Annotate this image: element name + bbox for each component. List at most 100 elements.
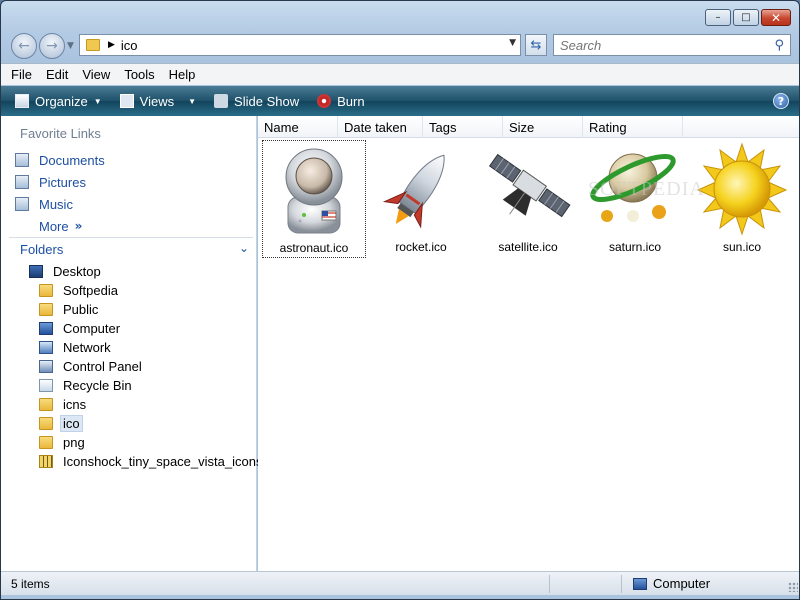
folder-icon <box>39 284 53 297</box>
file-item[interactable]: rocket.ico <box>369 140 473 258</box>
organize-label: Organize <box>35 93 88 109</box>
tree-item-label: Public <box>63 302 99 317</box>
address-path[interactable]: ico <box>121 38 138 53</box>
status-divider <box>621 575 622 593</box>
desktop-icon <box>29 265 43 278</box>
recycle-bin-icon <box>39 379 53 392</box>
file-list-pane: Name Date taken Tags Size Rating astrona… <box>258 116 799 571</box>
column-header-size[interactable]: Size <box>503 116 583 138</box>
favorite-link-label: Music <box>39 196 73 212</box>
menu-view[interactable]: View <box>82 67 110 82</box>
breadcrumb-separator-icon[interactable]: ▶ <box>108 40 115 50</box>
more-label: More <box>39 218 69 234</box>
rocket-icon <box>382 154 445 229</box>
tree-item-softpedia[interactable]: Softpedia <box>1 281 257 300</box>
close-icon: ✕ <box>770 10 782 25</box>
command-bar: Organize ▼ Views ▼ Slide Show Burn ? <box>1 86 799 116</box>
tree-item-zip[interactable]: Iconshock_tiny_space_vista_icons.zip <box>1 452 283 471</box>
status-location-label: Computer <box>653 576 711 591</box>
close-button[interactable]: ✕ <box>761 9 791 26</box>
favorite-link-music[interactable]: Music <box>15 193 105 215</box>
folder-icon <box>39 398 53 411</box>
folders-header[interactable]: Folders ⌄ <box>9 237 253 261</box>
satellite-icon <box>488 153 571 218</box>
file-name: saturn.ico <box>608 240 662 254</box>
address-dropdown-icon[interactable]: ▼ <box>509 38 516 48</box>
computer-icon <box>633 577 647 590</box>
tree-item-network[interactable]: Network <box>1 338 257 357</box>
slide-show-label: Slide Show <box>234 93 300 109</box>
file-item[interactable]: satellite.ico <box>476 140 580 258</box>
file-name: satellite.ico <box>498 240 558 254</box>
file-item[interactable]: sun.ico <box>690 140 794 258</box>
tree-item-label: ico <box>60 415 83 432</box>
music-icon <box>15 197 29 211</box>
menu-help[interactable]: Help <box>169 67 196 82</box>
menu-edit[interactable]: Edit <box>46 67 68 82</box>
minimize-icon: – <box>715 11 721 23</box>
network-icon <box>39 341 53 354</box>
explorer-window: – □ ✕ ← → ▼ ▶ ico ▼ ⇆ ⚲ File Edit View T… <box>0 0 800 600</box>
search-box[interactable]: ⚲ <box>553 34 791 56</box>
slide-show-button[interactable]: Slide Show <box>214 94 299 109</box>
column-header-rating[interactable]: Rating <box>583 116 683 138</box>
resize-grip-icon[interactable] <box>788 582 798 592</box>
computer-icon <box>39 322 53 335</box>
forward-arrow-icon: → <box>46 38 58 54</box>
recent-pages-dropdown[interactable]: ▼ <box>67 41 74 51</box>
help-icon: ? <box>777 94 785 108</box>
menu-file[interactable]: File <box>11 67 32 82</box>
tree-item-label: Iconshock_tiny_space_vista_icons.zip <box>63 454 283 469</box>
column-header-tags[interactable]: Tags <box>423 116 503 138</box>
folder-icon <box>39 436 53 449</box>
organize-button[interactable]: Organize ▼ <box>15 94 102 109</box>
more-links-button[interactable]: More » <box>15 215 105 237</box>
maximize-button[interactable]: □ <box>733 9 759 26</box>
tree-item-ico[interactable]: ico <box>1 414 257 433</box>
tree-item-computer[interactable]: Computer <box>1 319 257 338</box>
folder-tree: Desktop Softpedia Public Computer Networ… <box>1 262 283 471</box>
chevron-down-icon: ⌄ <box>238 241 249 255</box>
favorite-link-pictures[interactable]: Pictures <box>15 171 105 193</box>
status-bar: 5 items Computer <box>1 571 799 595</box>
refresh-icon: ⇆ <box>530 37 542 53</box>
tree-item-label: Softpedia <box>63 283 118 298</box>
file-item[interactable]: saturn.ico <box>583 140 687 258</box>
favorite-link-documents[interactable]: Documents <box>15 149 105 171</box>
views-icon <box>119 94 134 108</box>
burn-disc-icon <box>317 94 332 108</box>
tree-item-public[interactable]: Public <box>1 300 257 319</box>
tree-item-label: icns <box>63 397 87 412</box>
saturn-icon <box>590 153 676 222</box>
slide-show-icon <box>214 94 229 108</box>
forward-button[interactable]: → <box>39 33 65 59</box>
tree-item-label: png <box>63 435 85 450</box>
pictures-icon <box>15 175 29 189</box>
views-button[interactable]: Views ▼ <box>119 94 197 109</box>
tree-item-icns[interactable]: icns <box>1 395 257 414</box>
search-input[interactable] <box>560 37 770 53</box>
tree-item-desktop[interactable]: Desktop <box>1 262 257 281</box>
tree-item-recycle-bin[interactable]: Recycle Bin <box>1 376 257 395</box>
chevron-down-icon: ▼ <box>188 96 197 106</box>
file-name: astronaut.ico <box>279 241 349 255</box>
tree-item-control-panel[interactable]: Control Panel <box>1 357 257 376</box>
search-icon[interactable]: ⚲ <box>774 38 784 53</box>
file-item[interactable]: astronaut.ico <box>262 140 366 258</box>
menu-tools[interactable]: Tools <box>124 67 154 82</box>
file-name: sun.ico <box>722 240 762 254</box>
column-header-date-taken[interactable]: Date taken <box>338 116 423 138</box>
column-header-row: Name Date taken Tags Size Rating <box>258 116 799 138</box>
column-header-name[interactable]: Name <box>258 116 338 138</box>
help-button[interactable]: ? <box>773 93 789 109</box>
refresh-button[interactable]: ⇆ <box>525 34 547 56</box>
minimize-button[interactable]: – <box>705 9 731 26</box>
astronaut-icon <box>285 148 343 234</box>
tree-item-label: Control Panel <box>63 359 142 374</box>
back-button[interactable]: ← <box>11 33 37 59</box>
address-bar[interactable]: ▶ ico ▼ <box>79 34 521 56</box>
menu-bar: File Edit View Tools Help <box>1 63 799 85</box>
tree-item-png[interactable]: png <box>1 433 257 452</box>
file-grid: astronaut.ico rocket.ico satellite.ico s… <box>262 140 797 258</box>
burn-button[interactable]: Burn <box>317 94 365 109</box>
